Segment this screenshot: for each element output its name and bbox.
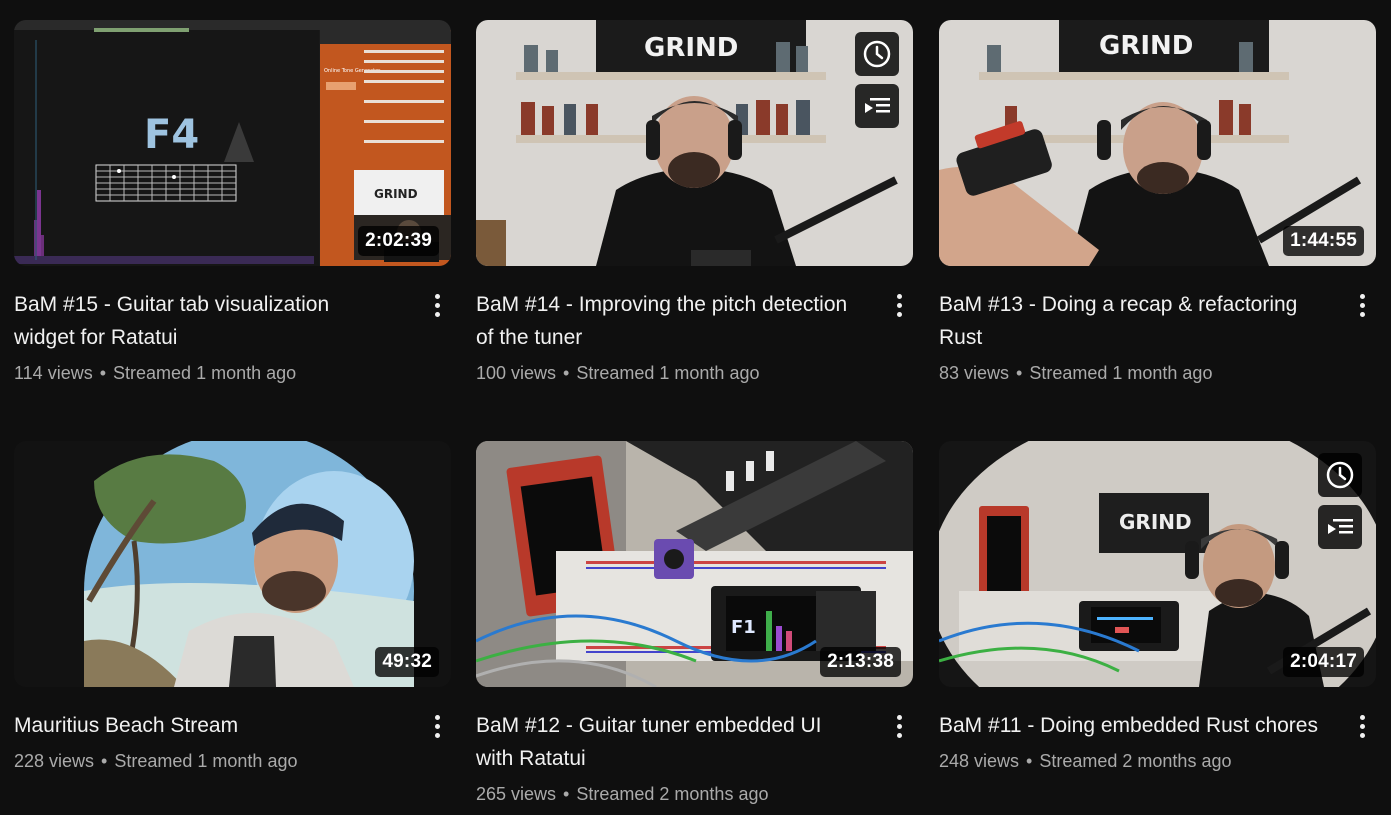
more-vert-icon[interactable]	[887, 290, 911, 320]
thumb-watermark: GRIND	[1119, 510, 1192, 534]
video-title[interactable]: Mauritius Beach Stream	[14, 709, 394, 742]
separator-dot: •	[101, 751, 108, 771]
watch-later-button[interactable]	[1318, 453, 1362, 497]
separator-dot: •	[563, 363, 570, 383]
video-card[interactable]: GRIND BaM #14 - Improving the pitch dete…	[476, 20, 913, 386]
video-thumbnail[interactable]: GRIND 2:04:17	[939, 441, 1376, 687]
add-to-queue-icon	[1328, 519, 1353, 534]
stream-age: Streamed 1 month ago	[576, 363, 760, 383]
video-stats: 114 views • Streamed 1 month ago	[14, 360, 451, 386]
video-duration: 2:13:38	[820, 647, 901, 677]
more-vert-icon[interactable]	[887, 711, 911, 741]
clock-icon	[863, 40, 891, 68]
stream-age: Streamed 1 month ago	[1029, 363, 1213, 383]
video-duration: 2:02:39	[358, 226, 439, 256]
view-count: 114 views	[14, 363, 93, 383]
more-vert-icon[interactable]	[1350, 290, 1374, 320]
video-title[interactable]: BaM #13 - Doing a recap & refactoring Ru…	[939, 288, 1319, 354]
add-to-queue-button[interactable]	[1318, 505, 1362, 549]
more-vert-icon[interactable]	[425, 711, 449, 741]
video-card[interactable]: GRIND 1:44:55 BaM #13 - Doing a recap & …	[939, 20, 1376, 386]
video-thumbnail[interactable]: F4 Online Tone Generator GRIND 2:02:39	[14, 20, 451, 266]
watch-later-button[interactable]	[855, 32, 899, 76]
view-count: 228 views	[14, 751, 95, 771]
video-title[interactable]: BaM #12 - Guitar tuner embedded UI with …	[476, 709, 856, 775]
video-thumbnail[interactable]: F1 2:13:38	[476, 441, 913, 687]
separator-dot: •	[99, 363, 107, 383]
separator-dot: •	[1016, 363, 1023, 383]
stream-age: Streamed 1 month ago	[113, 363, 297, 383]
video-duration: 2:04:17	[1283, 647, 1364, 677]
view-count: 265 views	[476, 784, 557, 804]
video-thumbnail[interactable]: GRIND	[476, 20, 913, 266]
video-card[interactable]: 49:32 Mauritius Beach Stream 228 views • S…	[14, 441, 451, 774]
stream-age: Streamed 1 month ago	[114, 751, 298, 771]
view-count: 248 views	[939, 751, 1020, 771]
separator-dot: •	[563, 784, 570, 804]
video-stats: 248 views • Streamed 2 months ago	[939, 748, 1376, 774]
add-to-queue-button[interactable]	[855, 84, 899, 128]
video-stats: 228 views • Streamed 1 month ago	[14, 748, 451, 774]
video-card[interactable]: GRIND 2:04:17 BaM #11 - Doing embedded R…	[939, 441, 1376, 774]
video-title[interactable]: BaM #11 - Doing embedded Rust chores	[939, 709, 1319, 742]
thumb-watermark: GRIND	[644, 33, 738, 63]
video-thumbnail[interactable]: 49:32	[14, 441, 451, 687]
view-count: 83 views	[939, 363, 1010, 383]
video-card[interactable]: F4 Online Tone Generator GRIND 2:02:39 B…	[14, 20, 451, 386]
separator-dot: •	[1026, 751, 1033, 771]
view-count: 100 views	[476, 363, 557, 383]
video-title[interactable]: BaM #14 - Improving the pitch detection …	[476, 288, 856, 354]
add-to-queue-icon	[865, 98, 890, 113]
video-card[interactable]: F1 2:13:38 BaM #12 - Guitar tuner embedd…	[476, 441, 913, 807]
tuner-note: F1	[731, 617, 756, 638]
video-thumbnail[interactable]: GRIND 1:44:55	[939, 20, 1376, 266]
more-vert-icon[interactable]	[1350, 711, 1374, 741]
stream-age: Streamed 2 months ago	[1039, 751, 1232, 771]
thumbnail-image: GRIND	[476, 20, 913, 266]
video-stats: 265 views • Streamed 2 months ago	[476, 781, 913, 807]
more-vert-icon[interactable]	[425, 290, 449, 320]
tuner-note: F4	[144, 112, 199, 158]
clock-icon	[1326, 461, 1354, 489]
video-stats: 83 views • Streamed 1 month ago	[939, 360, 1376, 386]
video-duration: 49:32	[375, 647, 439, 677]
video-duration: 1:44:55	[1283, 226, 1364, 256]
video-stats: 100 views • Streamed 1 month ago	[476, 360, 913, 386]
thumb-watermark: GRIND	[374, 187, 418, 201]
video-title[interactable]: BaM #15 - Guitar tab visualization widge…	[14, 288, 394, 354]
stream-age: Streamed 2 months ago	[576, 784, 769, 804]
thumb-watermark: GRIND	[1099, 31, 1193, 61]
